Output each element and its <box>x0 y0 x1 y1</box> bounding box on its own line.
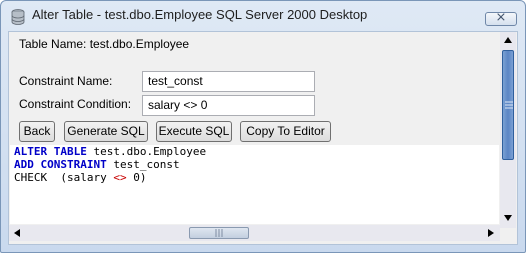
scroll-down-icon[interactable] <box>503 214 513 222</box>
scroll-left-icon[interactable] <box>13 228 21 238</box>
grip-icon <box>215 229 223 237</box>
table-name-label: Table Name: test.dbo.Employee <box>19 37 190 51</box>
sql-keyword: ALTER TABLE <box>14 145 87 158</box>
constraint-condition-input[interactable]: salary <> 0 <box>142 95 315 116</box>
database-icon <box>11 9 25 25</box>
scroll-up-icon[interactable] <box>503 36 513 44</box>
constraint-condition-label: Constraint Condition: <box>19 97 132 111</box>
scroll-right-icon[interactable] <box>487 228 495 238</box>
dialog-body: Table Name: test.dbo.Employee Constraint… <box>8 31 518 245</box>
copy-to-editor-button[interactable]: Copy To Editor <box>240 121 331 142</box>
title-bar[interactable]: Alter Table - test.dbo.Employee SQL Serv… <box>1 1 525 31</box>
horizontal-scroll-thumb[interactable] <box>189 227 249 239</box>
sql-keyword: ADD CONSTRAINT <box>14 158 107 171</box>
grip-icon <box>505 101 513 109</box>
vertical-scrollbar[interactable] <box>500 32 516 228</box>
close-icon: ⨯ <box>495 10 507 25</box>
sql-text: test_const <box>106 158 180 171</box>
constraint-name-label: Constraint Name: <box>19 74 113 88</box>
sql-text: test.dbo.Employee <box>86 145 207 158</box>
generate-sql-button[interactable]: Generate SQL <box>64 121 148 142</box>
horizontal-scrollbar[interactable] <box>9 225 500 241</box>
sql-operator: <> <box>113 171 127 184</box>
constraint-name-input[interactable]: test_const <box>142 71 315 92</box>
execute-sql-button[interactable]: Execute SQL <box>156 121 232 142</box>
sql-editor[interactable]: ALTER TABLE test.dbo.Employee ADD CONSTR… <box>10 145 499 224</box>
sql-code: ALTER TABLE test.dbo.Employee ADD CONSTR… <box>14 145 206 184</box>
sql-text: CHECK (salary <box>14 171 114 184</box>
sql-text: 0) <box>126 171 147 184</box>
back-button[interactable]: Back <box>19 121 55 142</box>
vertical-scroll-thumb[interactable] <box>502 50 514 160</box>
close-button[interactable]: ⨯ <box>485 10 517 26</box>
alter-table-window: Alter Table - test.dbo.Employee SQL Serv… <box>0 0 526 253</box>
window-title: Alter Table - test.dbo.Employee SQL Serv… <box>32 7 368 22</box>
